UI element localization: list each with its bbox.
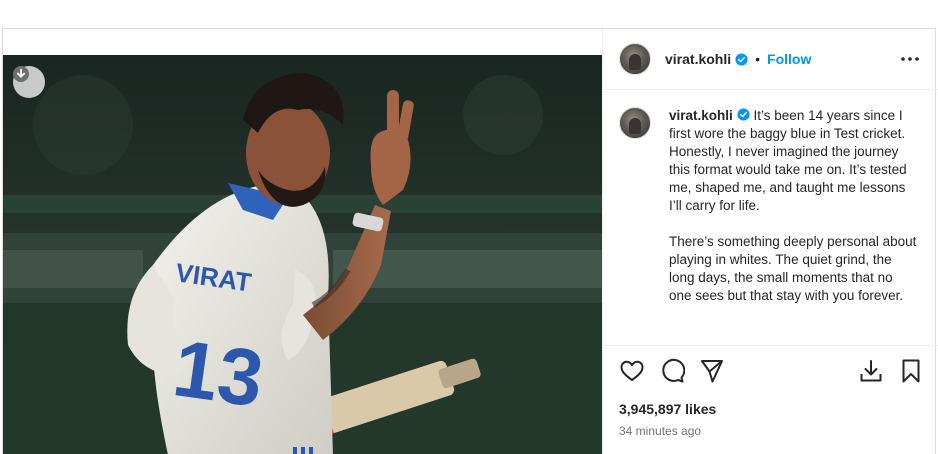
caption-paragraph-1: It’s been 14 years since I first wore th… — [669, 108, 907, 213]
verified-badge-icon — [735, 52, 748, 66]
media-download-button[interactable] — [13, 66, 45, 98]
player-photo-illustration: VIRAT 13 — [3, 55, 602, 454]
share-icon[interactable] — [699, 358, 725, 384]
post-sidebar: virat.kohli • Follow virat.kohli It’s be… — [602, 29, 938, 454]
post-container: VIRAT 13 virat.kohli • Follow virat.kohl… — [2, 28, 938, 454]
post-media[interactable]: VIRAT 13 — [3, 29, 602, 454]
caption-section: virat.kohli It’s been 14 years since I f… — [603, 91, 938, 345]
timestamp[interactable]: 34 minutes ago — [619, 424, 701, 438]
heart-icon[interactable] — [619, 358, 645, 384]
separator-dot: • — [755, 51, 761, 67]
caption-paragraph-2: There’s something deeply personal about … — [669, 234, 917, 303]
caption-username[interactable]: virat.kohli — [669, 108, 733, 123]
avatar[interactable] — [619, 43, 651, 75]
comment-icon[interactable] — [659, 358, 685, 384]
action-bar: 3,945,897 likes 34 minutes ago — [603, 345, 938, 454]
caption: virat.kohli It’s been 14 years since I f… — [669, 107, 917, 345]
like-count[interactable]: 3,945,897 likes — [619, 401, 716, 417]
verified-badge-icon — [737, 108, 750, 121]
arrow-down-icon — [13, 66, 29, 82]
username[interactable]: virat.kohli — [665, 51, 731, 67]
follow-button[interactable]: Follow — [767, 51, 811, 67]
caption-avatar[interactable] — [619, 107, 651, 139]
jersey-number: 13 — [168, 323, 269, 424]
post-header: virat.kohli • Follow — [603, 29, 938, 90]
post-photo[interactable]: VIRAT 13 — [3, 55, 602, 454]
download-icon[interactable] — [858, 358, 884, 384]
action-icons — [619, 358, 922, 386]
bookmark-icon[interactable] — [898, 358, 924, 384]
more-options-icon[interactable] — [898, 49, 922, 69]
